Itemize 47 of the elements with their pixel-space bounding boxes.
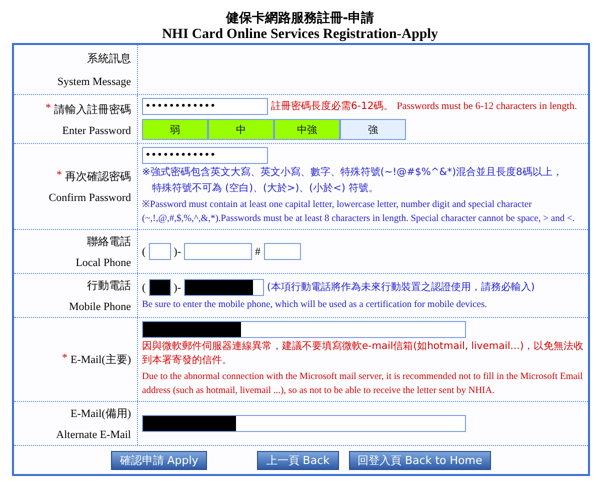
extension-field[interactable] [264, 243, 300, 260]
rule-text: ※強式密碼包含英文大寫、英文小寫、數字、特殊符號(~!@#$%^&*)混合並且長度8碼以上， [142, 166, 564, 180]
field-label: 行動電話 [87, 279, 131, 293]
field-label: E-Mail(主要) [70, 352, 131, 367]
note-text: (本項行動電話將作為未來行動裝置之認證使用，請務必輸入) [267, 280, 535, 294]
warning-text: Due to the abnormal connection with the Microsoft mail server, it is recommended not to fill in the Microsoft Email address (such as hotmail, livemail ...), so as not to be able to receive the letter sent by NHIA. [142, 371, 584, 398]
form-button[interactable]: 確認申請 Apply [110, 451, 208, 470]
field-label: System Message [57, 76, 131, 88]
note-text: Be sure to enter the mobile phone, which will be used as a certification for mobile devices. [142, 299, 488, 312]
field-label: 再次確認密碼 [65, 170, 131, 184]
rule-text: 特殊符號不可為 (空白)、(大於>)、(小於<) 符號。 [151, 182, 380, 196]
strength-segment: 中 [208, 119, 274, 140]
strength-segment: 強 [340, 119, 406, 140]
rule-text: ※Password must contain at least one capital letter, lowercase letter, number digit and special character (~,!,@,#,$,%,^,&,*).Passwords must be at least 8 characters in length. Special character cannot be space, > and <. [142, 199, 576, 226]
field-label: Enter Password [62, 124, 131, 136]
password-field[interactable]: •••••••••••• [142, 147, 268, 164]
hint-text: Passwords must be 6-12 characters in length. [396, 101, 577, 112]
required-mark: * [62, 352, 68, 366]
field-label: 系統訊息 [87, 52, 131, 66]
field-label: Local Phone [76, 257, 131, 269]
required-mark: * [56, 169, 62, 183]
phone-number-field[interactable] [184, 243, 252, 260]
separator-text: # [255, 246, 260, 258]
separator-text: )- [174, 246, 181, 258]
email-field[interactable] [142, 321, 466, 338]
field-label: Confirm Password [48, 192, 131, 204]
field-label: 請輸入註冊密碼 [54, 102, 131, 116]
field-label: 聯絡電話 [87, 235, 131, 249]
form-button[interactable]: 上一頁 Back [257, 451, 339, 470]
area-code-field[interactable] [148, 243, 171, 260]
page-title: 健保卡網路服務註冊-申請 [224, 10, 376, 27]
password-field[interactable]: •••••••••••• [142, 98, 268, 115]
field-label: E-Mail(備用) [70, 407, 131, 421]
required-mark: * [46, 102, 51, 116]
field-label: Mobile Phone [68, 301, 131, 313]
hint-text: 註冊密碼長度必需6-12碼。 [271, 100, 394, 114]
separator-text: ( [142, 246, 146, 258]
form-button[interactable]: 回登入頁 Back to Home [348, 451, 492, 470]
separator-text: )- [174, 282, 181, 294]
warning-text: 因與微軟郵件伺服器連線異常，建議不要填寫微軟e-mail信箱(如hotmail, livemail...)，以免無法收到本署寄發的信件。 [142, 340, 584, 368]
mobile-number-field[interactable] [184, 279, 264, 296]
strength-segment: 弱 [142, 119, 208, 140]
email-field[interactable] [142, 415, 466, 432]
separator-text: ( [142, 282, 146, 294]
page-subtitle: NHI Card Online Services Registration-Apply [160, 27, 440, 43]
field-label: Alternate E-Mail [56, 429, 131, 441]
strength-segment: 中強 [274, 119, 340, 140]
